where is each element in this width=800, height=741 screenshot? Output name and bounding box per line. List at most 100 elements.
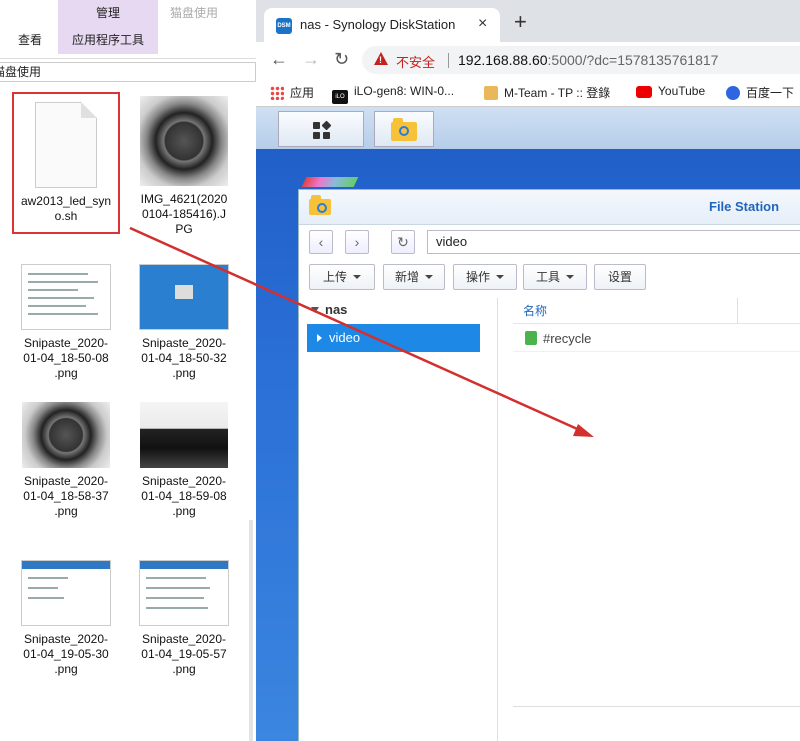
explorer-scrollbar[interactable]	[249, 520, 253, 741]
button-label: 操作	[465, 270, 490, 284]
table-row[interactable]: #recycle	[513, 325, 800, 352]
photo-thumbnail	[140, 96, 228, 186]
recycle-bin-icon	[525, 331, 537, 345]
main-menu-button[interactable]	[278, 111, 364, 147]
folder-tree: nas video	[299, 298, 498, 741]
button-label: 上传	[322, 270, 347, 284]
file-station-nav-bar: ‹ › ↻ video	[299, 224, 800, 258]
youtube-icon	[636, 86, 652, 98]
url-text[interactable]: 192.168.88.60:5000/?dc=1578135761817	[458, 52, 718, 68]
warning-triangle-icon[interactable]: !	[374, 52, 388, 65]
file-name-line: .png	[54, 662, 78, 676]
baidu-icon	[726, 86, 740, 100]
file-item-snipaste-190530[interactable]: Snipaste_2020- 01-04_19-05-30 .png	[10, 560, 122, 677]
bookmark-label: M-Team - TP :: 登錄	[504, 86, 611, 100]
explorer-address-bar[interactable]: 猫盘使用	[0, 62, 256, 82]
file-station-window: File Station ‹ › ↻ video 上传 新增 操作 工具 设置 …	[298, 189, 800, 741]
tab-title: nas - Synology DiskStation	[300, 17, 456, 32]
upload-button[interactable]: 上传	[309, 264, 375, 290]
tree-node-video[interactable]: video	[307, 324, 480, 352]
file-name-line: o.sh	[54, 209, 78, 223]
file-item-img-4621[interactable]: IMG_4621(2020 0104-185416).J PG	[128, 96, 240, 237]
file-item-snipaste-185032[interactable]: Snipaste_2020- 01-04_18-50-32 .png	[128, 264, 240, 381]
file-name-line: Snipaste_2020-	[23, 474, 109, 488]
tree-label: video	[329, 330, 361, 345]
file-name-line: 01-04_18-50-32	[141, 351, 227, 365]
caret-down-icon	[496, 275, 504, 279]
file-name-line: 01-04_19-05-57	[141, 647, 227, 661]
create-button[interactable]: 新增	[383, 264, 445, 290]
screenshot-thumbnail	[139, 560, 229, 626]
bookmark-youtube[interactable]: YouTube	[636, 84, 705, 98]
tree-label: nas	[325, 302, 348, 317]
file-station-folder-icon	[391, 118, 417, 141]
file-item-snipaste-190557[interactable]: Snipaste_2020- 01-04_19-05-57 .png	[128, 560, 240, 677]
file-station-titlebar[interactable]: File Station	[299, 190, 800, 225]
browser-tab[interactable]: DSM nas - Synology DiskStation ×	[264, 8, 500, 42]
reload-icon[interactable]: ↻	[334, 49, 349, 69]
file-name-line: PG	[175, 222, 193, 236]
list-footer-divider	[513, 706, 800, 707]
file-name-line: aw2013_led_syn	[20, 194, 112, 208]
bookmark-mteam[interactable]: M-Team - TP :: 登錄	[484, 84, 610, 101]
new-tab-button[interactable]: +	[514, 11, 527, 33]
file-name-line: Snipaste_2020-	[141, 474, 227, 488]
bookmark-label: 应用	[290, 86, 315, 100]
window-title: File Station	[709, 199, 780, 214]
column-header-name[interactable]: 名称	[513, 298, 800, 324]
file-item-snipaste-185837[interactable]: Snipaste_2020- 01-04_18-58-37 .png	[10, 402, 122, 519]
bookmark-ilo[interactable]: iLO iLO-gen8: WIN-0...	[332, 84, 454, 104]
browser-toolbar: ← → ↻ ! 不安全 192.168.88.60:5000/?dc=15781…	[256, 42, 800, 78]
file-station-taskbar-button[interactable]	[374, 111, 434, 147]
settings-button[interactable]: 设置	[594, 264, 646, 290]
file-name-line: .png	[172, 366, 196, 380]
photo-thumbnail	[22, 402, 110, 468]
photo-thumbnail	[140, 402, 228, 468]
url-host: 192.168.88.60	[458, 52, 548, 68]
back-arrow-icon[interactable]: ←	[270, 49, 288, 69]
file-item-snipaste-185908[interactable]: Snipaste_2020- 01-04_18-59-08 .png	[128, 402, 240, 519]
file-name-line: 01-04_18-50-08	[23, 351, 109, 365]
insecure-label[interactable]: 不安全	[396, 52, 435, 71]
forward-arrow-icon[interactable]: →	[302, 49, 320, 69]
address-separator	[448, 53, 449, 68]
chevron-left-icon[interactable]: ‹	[309, 230, 333, 254]
file-list: 名称 #recycle	[513, 298, 800, 741]
ribbon-divider	[0, 58, 256, 59]
button-label: 工具	[535, 270, 560, 284]
ribbon-tab-manage[interactable]: 管理	[58, 0, 158, 27]
expand-triangle-icon	[311, 307, 319, 313]
screenshot-thumbnail	[139, 264, 229, 330]
ribbon-tab-view[interactable]: 查看	[4, 27, 56, 54]
file-name-line: Snipaste_2020-	[23, 632, 109, 646]
file-name-line: 01-04_18-58-37	[23, 489, 109, 503]
tools-button[interactable]: 工具	[523, 264, 587, 290]
file-name-line: 0104-185416).J	[141, 207, 227, 221]
caret-down-icon	[353, 275, 361, 279]
address-bar[interactable]: ! 不安全 192.168.88.60:5000/?dc=15781357618…	[362, 46, 800, 74]
action-button[interactable]: 操作	[453, 264, 517, 290]
refresh-icon[interactable]: ↻	[391, 230, 415, 254]
button-label: 新增	[394, 270, 419, 284]
column-separator[interactable]	[737, 298, 738, 324]
ribbon-tab-app-tools[interactable]: 应用程序工具	[58, 27, 158, 54]
screenshot-thumbnail	[21, 560, 111, 626]
chevron-right-icon[interactable]: ›	[345, 230, 369, 254]
main-menu-grid-icon	[313, 120, 332, 140]
url-path: :5000/?dc=1578135761817	[547, 52, 719, 68]
bookmark-label: iLO-gen8: WIN-0...	[354, 84, 455, 98]
desktop-app-icon[interactable]	[301, 177, 359, 187]
file-item-aw2013-led-syno[interactable]: aw2013_led_syn o.sh	[12, 92, 120, 234]
path-field[interactable]: video	[427, 230, 800, 254]
collapsed-triangle-icon	[317, 334, 322, 342]
file-station-action-bar: 上传 新增 操作 工具 设置	[299, 260, 800, 294]
button-label: 设置	[607, 270, 632, 284]
caret-down-icon	[425, 275, 433, 279]
tab-close-icon[interactable]: ×	[478, 15, 487, 33]
chrome-browser-window: DSM nas - Synology DiskStation × + ← → ↻…	[256, 0, 800, 741]
bookmark-apps[interactable]: 应用	[270, 84, 314, 101]
bookmark-baidu[interactable]: 百度一下	[726, 84, 794, 101]
bookmarks-bar: 应用 iLO iLO-gen8: WIN-0... M-Team - TP :: …	[256, 78, 800, 107]
file-item-snipaste-185008[interactable]: Snipaste_2020- 01-04_18-50-08 .png	[10, 264, 122, 381]
tree-node-nas[interactable]: nas	[311, 302, 347, 317]
